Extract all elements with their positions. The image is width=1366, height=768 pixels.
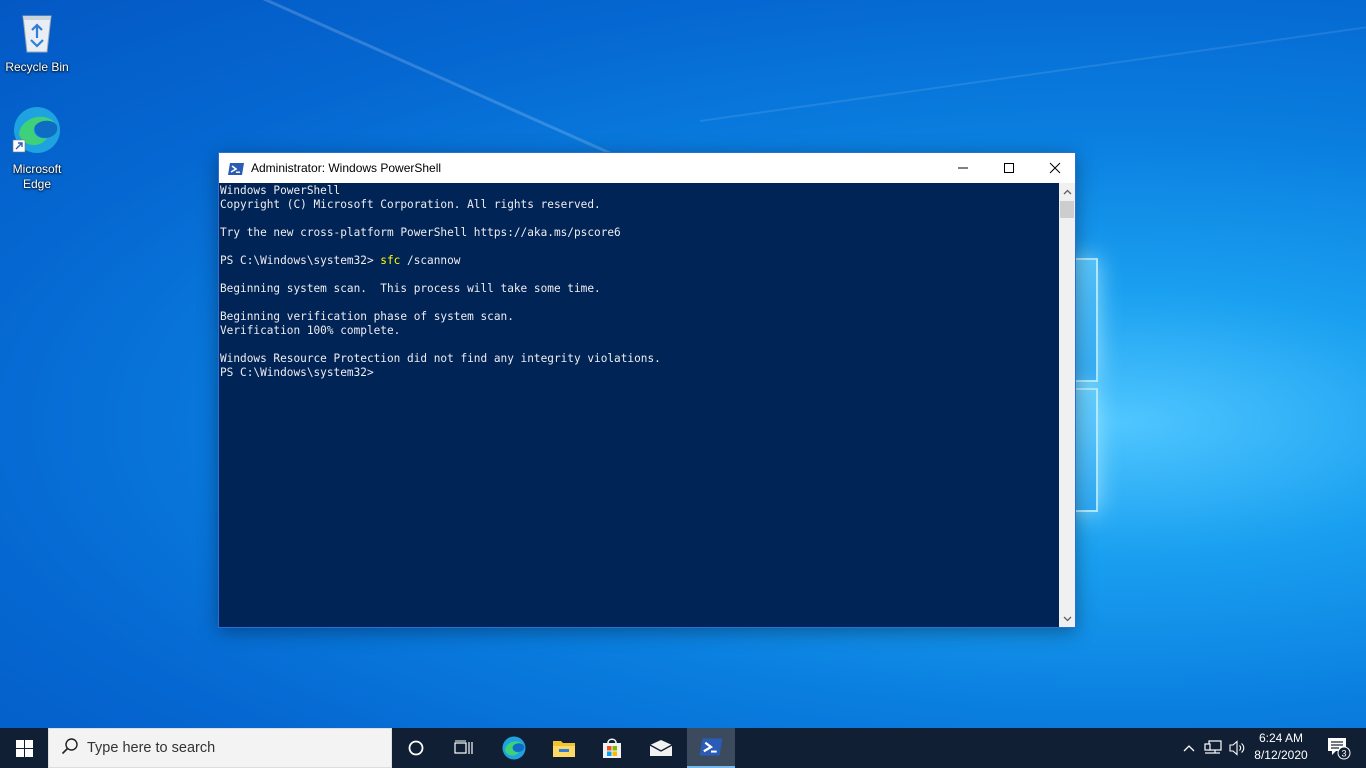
scroll-thumb[interactable] — [1060, 201, 1074, 218]
minimize-button[interactable] — [940, 153, 986, 183]
clock-time: 6:24 AM — [1258, 731, 1304, 745]
window-title: Administrator: Windows PowerShell — [251, 161, 442, 175]
notification-count: 3 — [1341, 749, 1346, 759]
edge-icon — [0, 104, 74, 160]
chevron-up-icon — [1063, 189, 1071, 194]
search-placeholder: Type here to search — [87, 740, 216, 756]
scroll-down-button[interactable] — [1059, 610, 1075, 627]
cortana-icon — [408, 740, 424, 756]
minimize-icon — [958, 167, 968, 169]
taskbar-store-button[interactable] — [588, 728, 636, 768]
title-bar[interactable]: Administrator: Windows PowerShell — [219, 153, 1075, 183]
powershell-window[interactable]: Administrator: Windows PowerShell Window… — [218, 152, 1076, 628]
powershell-icon — [699, 738, 723, 756]
chevron-down-icon — [1063, 616, 1071, 621]
notification-icon: 3 — [1328, 738, 1351, 760]
taskbar-clock[interactable]: 6:24 AM 8/12/2020 — [1250, 730, 1312, 764]
close-icon — [1049, 162, 1061, 174]
console-line: Try the new cross-platform PowerShell ht… — [220, 226, 621, 239]
console-line: Verification 100% complete. — [220, 324, 401, 337]
volume-tray-button[interactable] — [1226, 728, 1250, 768]
file-explorer-icon — [553, 741, 575, 757]
powershell-icon — [228, 161, 244, 175]
command-name: sfc — [380, 254, 401, 267]
search-icon — [61, 737, 79, 759]
console-line: Windows Resource Protection did not find… — [220, 352, 661, 365]
taskbar-mail-button[interactable] — [637, 728, 685, 768]
prompt: PS C:\Windows\system32> — [220, 254, 381, 267]
recycle-bin-icon — [0, 8, 74, 58]
action-center-button[interactable]: 3 — [1318, 728, 1358, 768]
close-button[interactable] — [1032, 153, 1078, 183]
light-ray — [700, 22, 1366, 122]
console-output[interactable]: Windows PowerShell Copyright (C) Microso… — [219, 183, 1059, 627]
taskbar-search-box[interactable]: Type here to search — [48, 728, 392, 768]
speaker-icon — [1229, 740, 1245, 756]
mail-icon — [649, 740, 673, 756]
taskbar-edge-button[interactable] — [490, 728, 538, 768]
store-icon — [603, 738, 621, 758]
desktop-icon-recycle-bin[interactable]: Recycle Bin — [0, 8, 74, 75]
taskbar-powershell-button[interactable] — [687, 728, 735, 768]
console-line: Copyright (C) Microsoft Corporation. All… — [220, 198, 601, 211]
console-line: Beginning system scan. This process will… — [220, 282, 601, 295]
maximize-icon — [1004, 163, 1014, 173]
show-hidden-icons-button[interactable] — [1178, 728, 1200, 768]
desktop-icon-label: Microsoft Edge — [12, 162, 62, 191]
windows-logo-icon — [15, 739, 33, 757]
vertical-scrollbar[interactable] — [1059, 183, 1075, 627]
task-view-button[interactable] — [440, 728, 488, 768]
taskbar-file-explorer-button[interactable] — [540, 728, 588, 768]
start-button[interactable] — [0, 728, 48, 768]
taskbar: Type here to search 6:24 AM 8/12/2020 3 — [0, 728, 1366, 768]
desktop-icon-label: Recycle Bin — [5, 60, 69, 74]
network-tray-button[interactable] — [1201, 728, 1225, 768]
command-args: /scannow — [400, 254, 461, 267]
clock-date: 8/12/2020 — [1254, 748, 1308, 762]
network-icon — [1204, 740, 1222, 754]
desktop-icon-microsoft-edge[interactable]: Microsoft Edge — [0, 104, 74, 192]
edge-icon — [502, 736, 526, 760]
console-command-line: PS C:\Windows\system32> sfc /scannow — [220, 254, 1059, 268]
console-line: Beginning verification phase of system s… — [220, 310, 514, 323]
chevron-up-icon — [1183, 745, 1195, 752]
console-prompt-line[interactable]: PS C:\Windows\system32> — [220, 366, 1059, 380]
task-view-icon — [454, 740, 473, 754]
scroll-up-button[interactable] — [1059, 183, 1075, 200]
console-line: Windows PowerShell — [220, 184, 341, 197]
maximize-button[interactable] — [986, 153, 1032, 183]
cortana-button[interactable] — [392, 728, 440, 768]
